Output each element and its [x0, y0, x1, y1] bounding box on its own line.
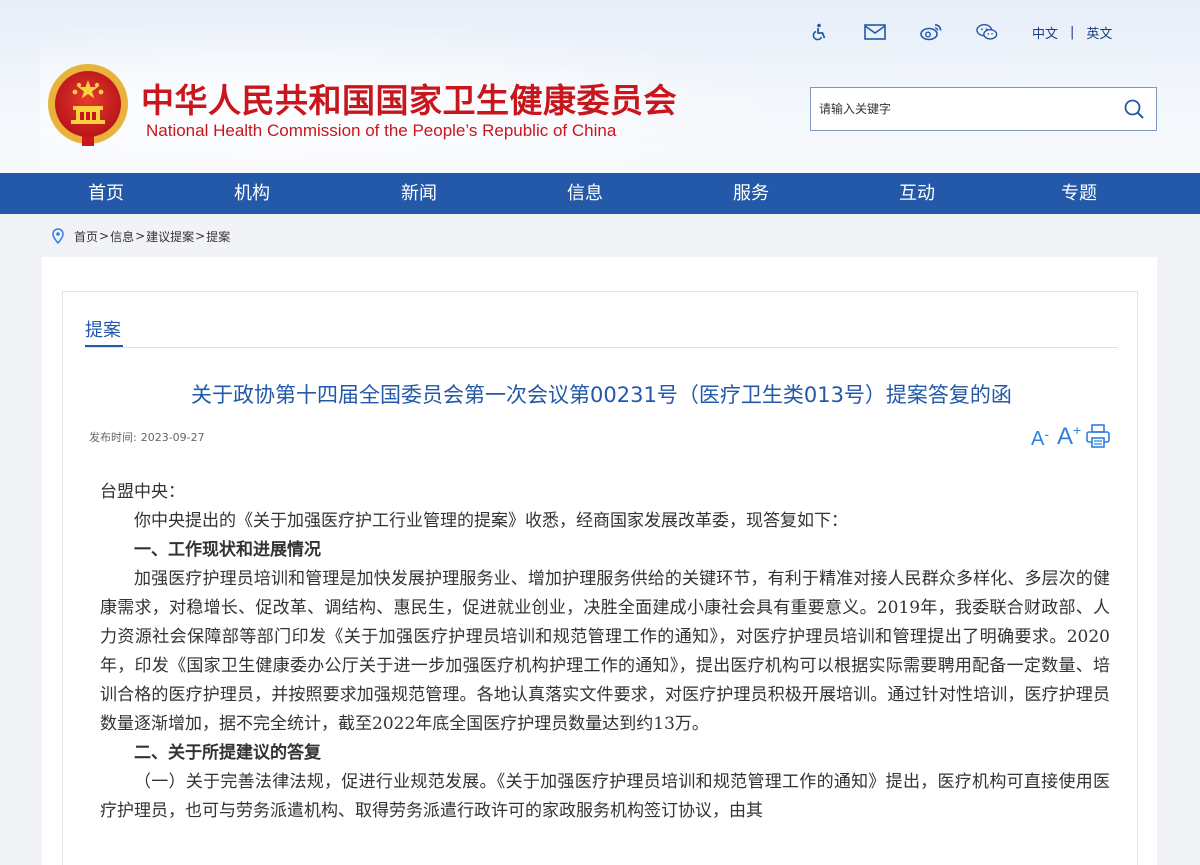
nav-item-organization[interactable]: 机构: [234, 173, 270, 214]
wechat-icon[interactable]: [976, 21, 998, 43]
main-nav: 首页 机构 新闻 信息 服务 互动 专题: [0, 173, 1200, 214]
header-toolbar: 中文 | 英文: [808, 20, 1112, 44]
breadcrumb-information[interactable]: 信息: [110, 228, 134, 245]
nav-item-interaction[interactable]: 互动: [899, 173, 935, 214]
search-button[interactable]: [1112, 88, 1156, 130]
article-title: 关于政协第十四届全国委员会第一次会议第00231号（医疗卫生类013号）提案答复…: [191, 383, 1012, 407]
body-paragraph: 你中央提出的《关于加强医疗护工行业管理的提案》收悉，经商国家发展改革委，现答复如…: [134, 511, 848, 531]
breadcrumb: 首页 > 信息 > 建议提案 > 提案: [52, 226, 230, 246]
font-enlarge-button[interactable]: A-: [1031, 426, 1050, 450]
font-larger-label: A: [1057, 423, 1074, 450]
body-paragraph: 加强医疗护理员培训和管理是加快发展护理服务业、增加护理服务供给的关键环节，有利于…: [100, 569, 1110, 734]
breadcrumb-separator: >: [99, 229, 110, 243]
site-title-chinese: 中华人民共和国国家卫生健康委员会: [141, 81, 677, 120]
search-input[interactable]: [811, 88, 1112, 130]
font-minus-icon: -: [1044, 426, 1050, 442]
breadcrumb-proposal[interactable]: 提案: [206, 228, 230, 245]
section-tab-proposal[interactable]: 提案: [85, 316, 121, 342]
accessibility-icon[interactable]: [808, 21, 830, 43]
salutation: 台盟中央：: [100, 482, 185, 502]
nav-item-news[interactable]: 新闻: [401, 173, 437, 214]
publish-label: 发布时间:: [89, 431, 137, 444]
nav-item-services[interactable]: 服务: [733, 173, 769, 214]
body-paragraph: （一）关于完善法律法规，促进行业规范发展。《关于加强医疗护理员培训和规范管理工作…: [100, 772, 1110, 821]
section-heading: 二、关于所提建议的答复: [134, 743, 321, 763]
section-divider: [85, 347, 1118, 348]
lang-separator: |: [1070, 24, 1075, 40]
breadcrumb-separator: >: [135, 229, 146, 243]
search-icon: [1124, 99, 1144, 119]
font-plus-icon: +: [1073, 422, 1082, 438]
breadcrumb-home[interactable]: 首页: [74, 228, 98, 245]
nav-item-information[interactable]: 信息: [567, 173, 603, 214]
font-enlarge-label: A: [1031, 428, 1045, 450]
site-header: 中华人民共和国国家卫生健康委员会 National Health Commiss…: [0, 0, 1200, 173]
lang-english-link[interactable]: 英文: [1086, 23, 1112, 42]
section-heading: 一、工作现状和进展情况: [134, 540, 321, 560]
location-pin-icon: [52, 228, 64, 244]
publish-date: 2023-09-27: [140, 431, 205, 444]
national-emblem-logo[interactable]: [46, 62, 130, 150]
mail-icon[interactable]: [864, 21, 886, 43]
publish-info: 发布时间: 2023-09-27: [89, 429, 205, 445]
font-size-controls: A- A+: [1031, 423, 1111, 449]
article-body: 台盟中央： 你中央提出的《关于加强医疗护工行业管理的提案》收悉，经商国家发展改革…: [100, 478, 1110, 826]
search-box: [810, 87, 1157, 131]
weibo-icon[interactable]: [920, 21, 942, 43]
breadcrumb-suggestions[interactable]: 建议提案: [146, 228, 194, 245]
breadcrumb-separator: >: [195, 229, 206, 243]
site-title-english: National Health Commission of the People…: [146, 121, 617, 140]
nav-item-home[interactable]: 首页: [88, 173, 124, 214]
nav-item-topics[interactable]: 专题: [1061, 173, 1097, 214]
font-larger-button[interactable]: A+: [1057, 422, 1082, 450]
print-icon[interactable]: [1085, 423, 1111, 449]
lang-chinese-link[interactable]: 中文: [1032, 23, 1058, 42]
